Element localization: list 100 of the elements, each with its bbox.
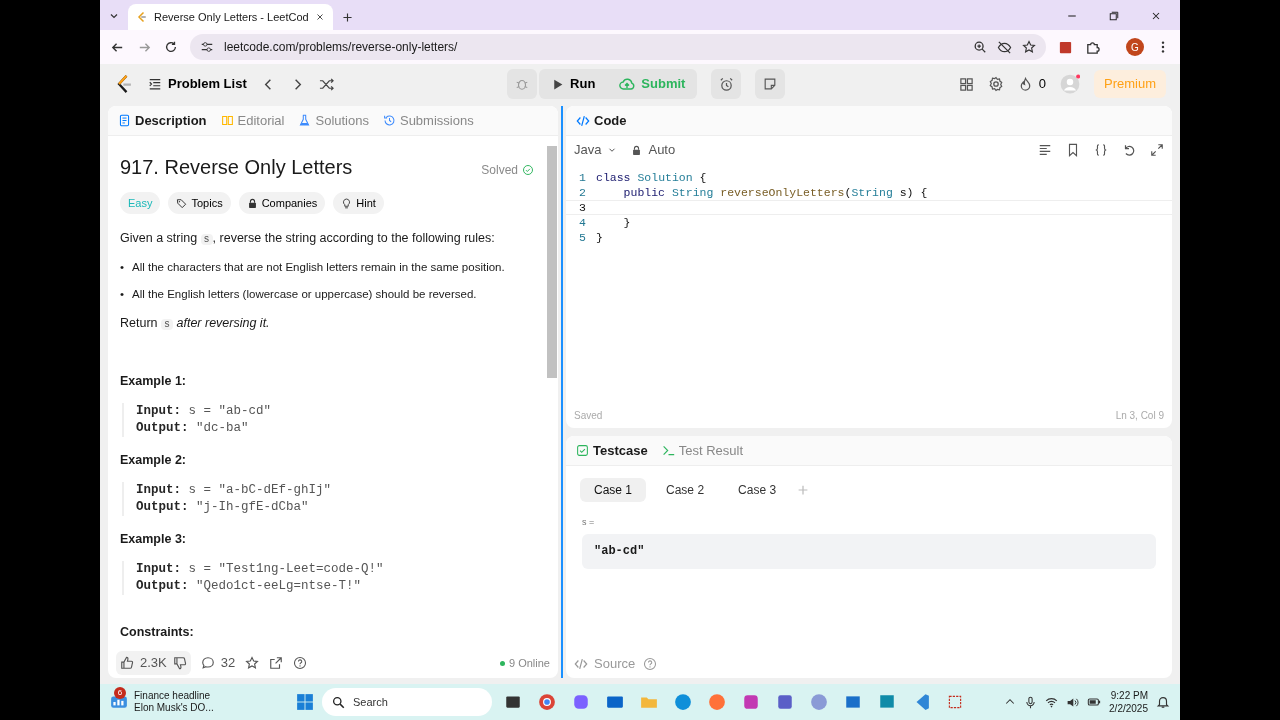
example-heading: Example 2: [120, 452, 187, 469]
tag-chip[interactable]: Topics [168, 192, 231, 214]
panel-tab[interactable]: Description [118, 110, 207, 131]
star-icon[interactable] [1022, 40, 1036, 54]
news-subtitle: Elon Musk's DO... [134, 702, 214, 714]
reload-icon[interactable] [164, 40, 178, 54]
play-icon [551, 77, 565, 91]
leetcode-logo-icon [136, 11, 148, 23]
case-tab[interactable]: Case 1 [580, 478, 647, 502]
start-icon[interactable] [296, 693, 315, 711]
eye-off-icon[interactable] [997, 39, 1012, 55]
line-number: 1 [578, 169, 587, 186]
fullscreen-icon[interactable] [1150, 143, 1164, 157]
notes-button[interactable] [755, 69, 786, 99]
parameter-value-field[interactable]: "ab-cd" [582, 533, 1156, 569]
bug-icon [515, 77, 530, 91]
panel-tab[interactable]: Solutions [298, 110, 369, 131]
online-dot [500, 660, 505, 666]
tag-chip[interactable]: Companies [238, 192, 326, 214]
help-icon[interactable] [293, 656, 308, 670]
new-tab-icon[interactable] [340, 11, 354, 24]
check-circle-icon [522, 164, 534, 176]
tag-icon [176, 197, 188, 209]
microphone-icon[interactable] [1024, 695, 1038, 709]
example-line: Output: "Qedo1ct-eeLg=ntse-T!" [136, 577, 363, 595]
timer-button[interactable] [711, 69, 742, 99]
battery-icon[interactable] [1087, 695, 1102, 709]
lock-icon [631, 144, 643, 156]
close-icon[interactable] [314, 12, 325, 22]
line-number: 5 [578, 229, 587, 246]
panel-tab[interactable]: Code [576, 110, 627, 131]
bullet: • [120, 287, 125, 303]
thumbs-down-icon[interactable] [172, 656, 187, 670]
panel-tab[interactable]: Submissions [382, 110, 474, 131]
share-icon[interactable] [269, 656, 284, 670]
zoom-icon[interactable] [973, 40, 987, 54]
app-icon[interactable] [776, 693, 795, 711]
lock-icon [246, 197, 258, 209]
constraints-heading: Constraints: [120, 623, 195, 641]
thumbs-up-icon [120, 656, 134, 670]
notification-badge: 6 [114, 687, 126, 699]
braces-icon[interactable] [1094, 143, 1108, 157]
reset-icon[interactable] [1122, 143, 1136, 157]
puzzle-icon[interactable] [1085, 39, 1100, 55]
language-select[interactable]: Java [574, 140, 618, 160]
bookmark-icon[interactable] [1066, 143, 1080, 157]
tag-chip[interactable]: Hint [333, 192, 384, 214]
panel-tab[interactable]: Test Result [661, 440, 743, 461]
panel-divider[interactable] [558, 106, 566, 678]
online-count: 9 Online [509, 655, 550, 671]
streak-button[interactable]: 0 [1017, 74, 1046, 94]
difficulty-label: Easy [120, 192, 161, 214]
mail-icon[interactable] [606, 693, 625, 711]
note-icon [763, 77, 778, 91]
auto-mode-button[interactable]: Auto [631, 140, 676, 160]
lightbulb-icon [341, 197, 353, 209]
avatar-icon[interactable] [1060, 74, 1080, 94]
parameter-label: s = [581, 516, 596, 529]
profile-avatar[interactable]: G [1126, 38, 1144, 56]
problem-list-button[interactable]: Problem List [148, 74, 247, 94]
comments-button[interactable]: 32 [200, 653, 236, 673]
cursor-position: Ln 3, Col 9 [1115, 408, 1164, 423]
panel-tab[interactable]: Editorial [220, 110, 285, 131]
browser-icon[interactable] [674, 693, 693, 711]
code-icon [576, 113, 590, 128]
search-icon [332, 695, 346, 709]
browser-tab[interactable]: Reverse Only Letters - LeetCod [128, 4, 333, 30]
format-icon[interactable] [1038, 143, 1052, 157]
extension-icon[interactable] [1058, 39, 1073, 55]
flask-icon [298, 114, 312, 127]
wifi-icon[interactable] [1045, 695, 1059, 709]
line-number: 4 [578, 214, 587, 231]
shuffle-icon[interactable] [318, 76, 334, 92]
code-icon [574, 657, 588, 671]
run-button[interactable]: Run [539, 69, 608, 99]
layout-icon[interactable] [958, 76, 974, 92]
star-icon[interactable] [245, 656, 260, 670]
case-tab[interactable]: Case 3 [724, 478, 791, 502]
notifications-icon[interactable] [1156, 695, 1170, 709]
paragraph: Return s after reversing it. [120, 315, 271, 333]
news-widget-icon[interactable] [110, 693, 128, 711]
browser-icon[interactable] [538, 693, 557, 711]
url-text: leetcode.com/problems/reverse-only-letters/ [224, 39, 458, 56]
bullet: • [120, 259, 125, 275]
example-heading: Example 3: [120, 530, 187, 548]
example-line: Input: s = "a-bC-dEf-ghIj" [136, 481, 333, 499]
app-icon[interactable] [504, 693, 523, 711]
site-info-icon[interactable] [200, 40, 214, 54]
taskbar-search[interactable]: Search [322, 688, 493, 716]
panel-tab[interactable]: Testcase [576, 440, 648, 461]
comment-icon [200, 656, 215, 670]
rule-item: All the English letters (lowercase or uppercase) should be reversed. [132, 287, 477, 303]
settings-icon[interactable] [987, 76, 1004, 92]
example-line: Output: "j-Ih-gfE-dCba" [136, 498, 310, 516]
rule-item: All the characters that are not English letters remain in the same position. [132, 259, 505, 275]
problem-title: 917. Reverse Only Letters [120, 155, 353, 180]
restore-icon[interactable] [1108, 10, 1120, 22]
case-tab[interactable]: Case 2 [652, 478, 719, 502]
address-bar[interactable]: leetcode.com/problems/reverse-only-letters/ [190, 34, 1046, 60]
close-icon[interactable] [1150, 10, 1162, 22]
